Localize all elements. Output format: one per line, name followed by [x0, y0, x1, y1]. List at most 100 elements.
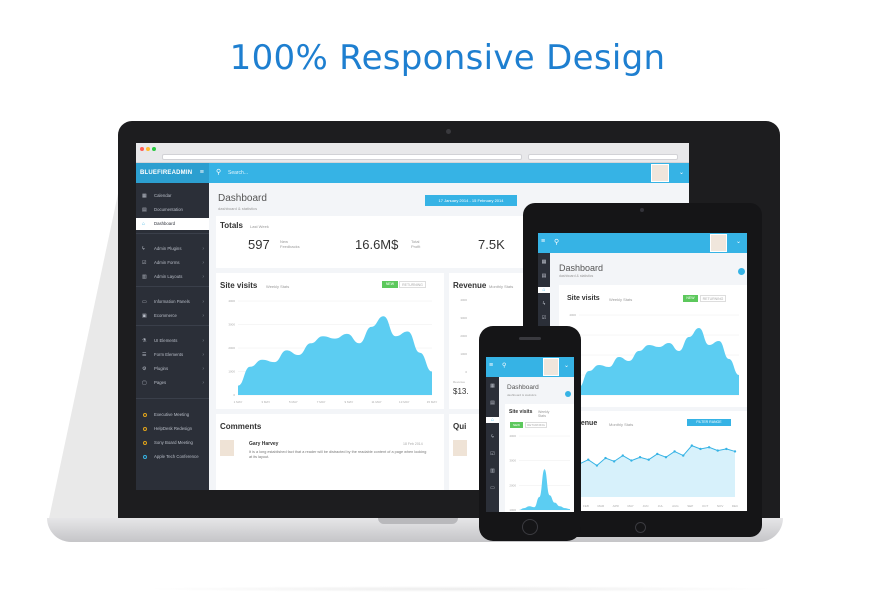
stat-feedbacks-label: New Feedbacks: [280, 239, 300, 249]
phone-home-button[interactable]: [522, 519, 538, 535]
sidebar-item-admin-forms[interactable]: ☑ Admin Forms ›: [136, 257, 209, 269]
sidebar-nav-icon[interactable]: ☑: [486, 451, 499, 457]
sidebar-nav-icon[interactable]: ▤: [538, 273, 550, 279]
phone-new-pill[interactable]: NEW: [510, 422, 523, 428]
project-status-dot: [143, 427, 147, 431]
floor-shadow: [140, 586, 780, 592]
sidebar-item-label: UI Elements: [154, 338, 178, 343]
y-tick-label: 4000: [509, 434, 516, 438]
chevron-right-icon: ›: [202, 313, 204, 319]
date-range-button[interactable]: 17 January 2014 - 15 February 2014: [425, 195, 517, 206]
tablet-page-title: Dashboard: [559, 263, 604, 273]
search-icon[interactable]: ⚲: [554, 238, 559, 246]
phone-site-visits-chart: 4000 3000 2000 1000: [509, 434, 570, 512]
sidebar-project-executive-meeting[interactable]: Executive Meeting: [136, 409, 209, 421]
tablet-returning-pill[interactable]: RETURNING: [700, 295, 726, 302]
site-visits-title: Site visits: [220, 281, 258, 290]
sidebar-item-information-panels[interactable]: ▭ Information Panels ›: [136, 296, 209, 308]
sidebar-nav-icon[interactable]: ▭: [486, 485, 499, 491]
chevron-down-icon[interactable]: ⌄: [564, 362, 569, 369]
headline: 100% Responsive Design: [229, 38, 666, 78]
sidebar-item-admin-layouts[interactable]: ▥ Admin Layouts ›: [136, 271, 209, 283]
sidebar-item-label: Calendar: [154, 193, 172, 198]
sidebar-nav-icon[interactable]: ▤: [486, 400, 499, 406]
sidebar-project-sony-board-meeting[interactable]: Sony Board Meeting: [136, 437, 209, 449]
sidebar-item-form-elements[interactable]: ☰ Form Elements ›: [136, 349, 209, 361]
search-icon[interactable]: ⚲: [216, 163, 221, 183]
search-icon[interactable]: ⚲: [502, 362, 506, 369]
sidebar-nav-icon[interactable]: ϟ: [538, 301, 550, 307]
sidebar-nav-icon[interactable]: ▦: [538, 259, 550, 265]
x-tick-label: FEB: [583, 504, 589, 508]
search-input[interactable]: Search...: [228, 163, 248, 183]
sidebar-nav-icon[interactable]: ⌂: [486, 417, 499, 423]
filter-range-button[interactable]: FILTER RANGE: [687, 419, 731, 426]
sidebar-project-helpdesk-redesign[interactable]: HelpDesk Redesign: [136, 423, 209, 435]
revenue-point: [664, 456, 668, 459]
returning-pill-button[interactable]: RETURNING: [399, 281, 426, 288]
sidebar-item-ecommerce[interactable]: ▣ Ecommerce ›: [136, 310, 209, 322]
y-tick-label: 1000: [228, 370, 235, 374]
project-status-dot: [143, 413, 147, 417]
user-avatar[interactable]: [543, 358, 559, 376]
revenue-point: [673, 450, 676, 453]
project-status-dot: [143, 441, 147, 445]
tablet-info-dot[interactable]: [738, 268, 745, 275]
phone-screen: ≡ ⚲ ⌄ ▦ ▤ ⌂ ϟ ☑ ▥ ▭ Dashboard dashboard & stat…: [486, 357, 574, 512]
browser-close-dot[interactable]: [140, 147, 144, 151]
brand-logo[interactable]: BLUEFIREADMIN ≡: [136, 163, 209, 183]
phone-info-dot[interactable]: [565, 391, 571, 397]
revenue-area: [571, 445, 735, 497]
x-tick-label: NOV: [717, 504, 724, 508]
chevron-down-icon[interactable]: ⌄: [736, 238, 741, 245]
sidebar-divider: [136, 325, 209, 326]
sidebar: ▦ Calendar ▤ Documentation ⌂ Dashboard ϟ Admin …: [136, 183, 209, 490]
browser-url-bar[interactable]: [162, 154, 522, 160]
x-tick-label: 9 MAY: [344, 400, 353, 404]
browser-minimize-dot[interactable]: [146, 147, 150, 151]
user-avatar[interactable]: [651, 164, 669, 182]
sidebar-nav-icon[interactable]: ☑: [538, 315, 550, 321]
revenue-point: [595, 464, 599, 467]
sidebar-nav-icon[interactable]: ▥: [486, 468, 499, 474]
comment-author[interactable]: Gary Harvey: [249, 441, 278, 447]
chevron-down-icon[interactable]: ⌄: [679, 163, 684, 183]
browser-search-box[interactable]: [528, 154, 678, 160]
x-tick-label: MAY: [627, 504, 633, 508]
sidebar-item-admin-plugins[interactable]: ϟ Admin Plugins ›: [136, 243, 209, 255]
marketing-stage: 100% Responsive Design BLUEFIREADMIN ≡ ⚲ …: [0, 0, 895, 599]
revenue-point: [699, 447, 702, 451]
sidebar-project-apple-tech-conference[interactable]: Apple Tech Conference: [136, 451, 209, 463]
y-tick-label: 1000: [509, 508, 516, 512]
sidebar-item-pages[interactable]: ▢ Pages ›: [136, 377, 209, 389]
sidebar-item-calendar[interactable]: ▦ Calendar: [136, 190, 209, 202]
sidebar-item-ui-elements[interactable]: ⚗ UI Elements ›: [136, 335, 209, 347]
revenue-point: [638, 456, 642, 459]
menu-icon[interactable]: ≡: [489, 362, 493, 369]
user-avatar[interactable]: [710, 234, 727, 252]
tablet-site-visits-chart: 40003000200010000: [569, 313, 739, 397]
browser-maximize-dot[interactable]: [152, 147, 156, 151]
chevron-right-icon: ›: [202, 260, 204, 266]
tablet-home-button[interactable]: [635, 522, 646, 533]
sidebar-nav-icon[interactable]: ⌂: [538, 287, 550, 293]
site-visits-card: Site visits Weekly Stats NEW RETURNING 4…: [216, 273, 444, 409]
phone-returning-pill[interactable]: RETURNING: [525, 422, 547, 428]
sidebar-item-dashboard[interactable]: ⌂ Dashboard: [136, 218, 209, 230]
phone-device: ≡ ⚲ ⌄ ▦ ▤ ⌂ ϟ ☑ ▥ ▭ Dashboard dashboard & stat…: [479, 326, 581, 541]
sidebar-item-plugins[interactable]: ⚙ Plugins ›: [136, 363, 209, 375]
tablet-new-pill[interactable]: NEW: [683, 295, 698, 302]
menu-icon[interactable]: ≡: [200, 163, 204, 183]
sidebar-nav-icon[interactable]: ▦: [486, 383, 499, 389]
tablet-top-nav: ≡ ⚲ ⌄: [538, 233, 747, 253]
area-series: [519, 469, 570, 510]
browser-bar: [136, 143, 689, 163]
sidebar-project-label: Apple Tech Conference: [154, 454, 199, 459]
sidebar-nav-icon[interactable]: ϟ: [486, 434, 499, 440]
new-pill-button[interactable]: NEW: [382, 281, 398, 288]
gear-icon: ⚙: [142, 366, 147, 372]
sidebar-item-documentation[interactable]: ▤ Documentation: [136, 204, 209, 216]
site-visits-chart: 4000 3000 2000 1000 0 1 MAY 3 MAY 5 MAY 7 MAY 9 M…: [228, 299, 437, 404]
menu-icon[interactable]: ≡: [541, 238, 545, 245]
sidebar-divider: [136, 233, 209, 234]
